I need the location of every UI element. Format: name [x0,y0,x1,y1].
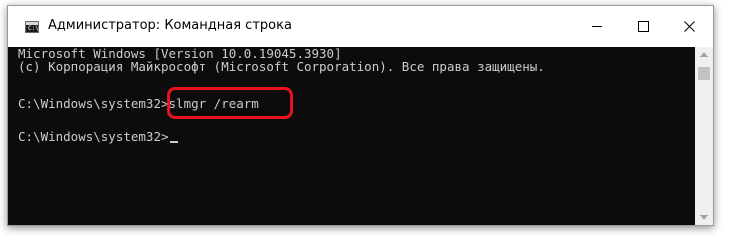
scroll-up-arrow-icon[interactable] [700,52,708,57]
window-title: Администратор: Командная строка [48,18,292,33]
command-prompt-window: C:\ Администратор: Командная строка Micr… [7,5,714,226]
vertical-scrollbar[interactable] [695,47,713,225]
text-cursor [169,141,178,143]
command-highlight-box [167,87,293,119]
console-line-prompt: C:\Windows\system32> [18,129,178,144]
close-icon [684,21,695,32]
console-output[interactable]: Microsoft Windows [Version 10.0.19045.39… [8,47,695,225]
minimize-icon [592,26,602,27]
command-prompt-icon: C:\ [25,21,39,33]
maximize-button[interactable] [620,6,666,47]
console-line-copyright: (c) Корпорация Майкрософт (Microsoft Cor… [18,59,545,74]
minimize-button[interactable] [574,6,620,47]
prompt-text: C:\Windows\system32> [18,129,169,144]
maximize-icon [638,21,649,32]
close-button[interactable] [666,6,712,47]
scroll-down-arrow-icon[interactable] [700,215,708,220]
title-bar[interactable]: C:\ Администратор: Командная строка [8,6,713,47]
scrollbar-thumb[interactable] [698,67,710,80]
